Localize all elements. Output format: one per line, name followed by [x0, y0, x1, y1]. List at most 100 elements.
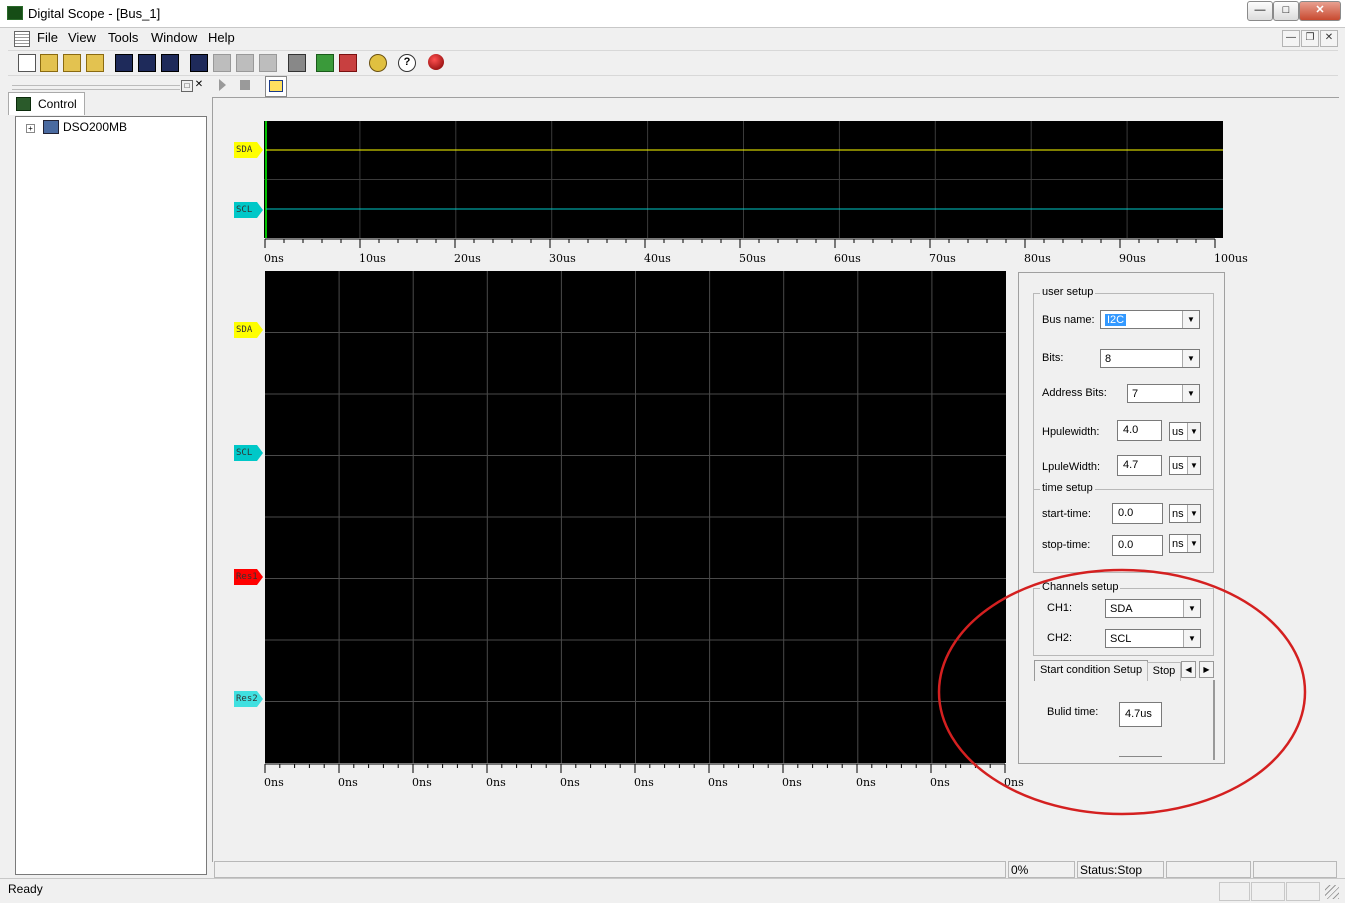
status-cell-2 — [1251, 882, 1285, 901]
hpulse-input[interactable]: 4.0 — [1117, 420, 1162, 441]
detail-tick-label: 0ns — [560, 776, 580, 789]
menu-file[interactable]: File — [37, 30, 58, 45]
inner-status-cell-3 — [1166, 861, 1251, 878]
detail-tag-sda[interactable]: SDA — [234, 322, 263, 338]
cut-icon[interactable] — [213, 54, 231, 72]
start-unit-select[interactable]: ns ▼ — [1169, 504, 1201, 523]
chevron-down-icon[interactable]: ▼ — [1182, 350, 1199, 367]
mdi-restore-button[interactable]: ❐ — [1301, 30, 1319, 47]
overview-tick-label: 0ns — [264, 252, 284, 265]
menu-view[interactable]: View — [68, 30, 96, 45]
detail-time-axis — [264, 763, 1006, 773]
start-time-input[interactable]: 0.0 — [1112, 503, 1163, 524]
detail-tick-label: 0ns — [412, 776, 432, 789]
copy-icon[interactable] — [236, 54, 254, 72]
status-cell-3 — [1286, 882, 1320, 901]
export-icon[interactable] — [190, 54, 208, 72]
connect-icon[interactable] — [316, 54, 334, 72]
bus-name-select[interactable]: I2C ▼ — [1100, 310, 1200, 329]
start-unit-value: ns — [1172, 508, 1184, 520]
mdi-close-button[interactable]: ✕ — [1320, 30, 1338, 47]
detail-tick-label: 0ns — [486, 776, 506, 789]
inner-status-cell-4 — [1253, 861, 1337, 878]
overview-time-axis — [264, 238, 1216, 248]
save-as-icon[interactable] — [138, 54, 156, 72]
disconnect-icon[interactable] — [339, 54, 357, 72]
stop-icon[interactable] — [240, 80, 250, 90]
device-tree: + DSO200MB — [15, 116, 207, 875]
tree-item-dso200mb[interactable]: DSO200MB — [63, 120, 127, 134]
chevron-down-icon[interactable]: ▼ — [1187, 457, 1200, 474]
stop-time-input[interactable]: 0.0 — [1112, 535, 1163, 556]
settings-gear-icon[interactable] — [369, 54, 387, 72]
overview-tick-label: 80us — [1024, 252, 1051, 265]
control-tab-icon — [16, 97, 31, 111]
record-stop-icon[interactable] — [428, 54, 444, 70]
open-folder-icon[interactable] — [40, 54, 58, 72]
chevron-down-icon[interactable]: ▼ — [1182, 311, 1199, 328]
status-cell-1 — [1219, 882, 1250, 901]
menu-window[interactable]: Window — [151, 30, 197, 45]
detail-tag-res1[interactable]: Res1 — [234, 569, 263, 585]
resize-grip-icon[interactable] — [1325, 885, 1339, 899]
mdi-minimize-button[interactable]: — — [1282, 30, 1300, 47]
stop-unit-value: ns — [1172, 538, 1184, 550]
overview-tick-label: 40us — [644, 252, 671, 265]
print-icon[interactable] — [288, 54, 306, 72]
open-recent-icon[interactable] — [63, 54, 81, 72]
tab-control[interactable]: Control — [8, 92, 85, 115]
detail-tick-label: 0ns — [634, 776, 654, 789]
overview-tag-scl[interactable]: SCL — [234, 202, 263, 218]
overview-tick-label: 20us — [454, 252, 481, 265]
paste-icon[interactable] — [259, 54, 277, 72]
overview-tick-label: 90us — [1119, 252, 1146, 265]
bus-name-label: Bus name: — [1042, 314, 1095, 326]
start-time-label: start-time: — [1042, 508, 1091, 520]
detail-tick-label: 0ns — [856, 776, 876, 789]
save-all-icon[interactable] — [161, 54, 179, 72]
menu-tools[interactable]: Tools — [108, 30, 138, 45]
panel-close-icon[interactable]: ✕ — [194, 80, 204, 90]
app-icon — [7, 6, 23, 20]
stop-unit-select[interactable]: ns ▼ — [1169, 534, 1201, 553]
lpulse-unit-select[interactable]: us ▼ — [1169, 456, 1201, 475]
chevron-down-icon[interactable]: ▼ — [1187, 535, 1200, 552]
minimize-button[interactable]: — — [1247, 1, 1273, 21]
close-button[interactable]: ✕ — [1299, 1, 1341, 21]
expand-icon[interactable]: + — [26, 124, 35, 133]
overview-tag-sda[interactable]: SDA — [234, 142, 263, 158]
lpulse-label: LpuleWidth: — [1042, 461, 1101, 473]
status-bar: Ready — [0, 878, 1345, 903]
detail-tag-scl[interactable]: SCL — [234, 445, 263, 461]
detail-tick-label: 0ns — [264, 776, 284, 789]
address-bits-select[interactable]: 7 ▼ — [1127, 384, 1200, 403]
hpulse-unit-value: us — [1172, 426, 1184, 438]
chevron-down-icon[interactable]: ▼ — [1187, 423, 1200, 440]
overview-tick-label: 30us — [549, 252, 576, 265]
new-file-icon[interactable] — [18, 54, 36, 72]
hpulse-unit-select[interactable]: us ▼ — [1169, 422, 1201, 441]
view-mode-button[interactable] — [265, 76, 287, 97]
annotation-ellipse — [937, 568, 1307, 816]
panel-grip[interactable] — [12, 85, 180, 90]
device-icon — [43, 120, 59, 134]
panel-float-icon[interactable]: □ — [181, 80, 193, 92]
status-text: Ready — [8, 882, 43, 896]
play-icon[interactable] — [219, 79, 226, 91]
hpulse-label: Hpulewidth: — [1042, 426, 1100, 438]
help-icon[interactable]: ? — [398, 54, 416, 72]
lpulse-unit-value: us — [1172, 460, 1184, 472]
lpulse-input[interactable]: 4.7 — [1117, 455, 1162, 476]
open-green-icon[interactable] — [86, 54, 104, 72]
detail-tag-res2[interactable]: Res2 — [234, 691, 263, 707]
mdi-document-icon[interactable] — [14, 31, 30, 47]
menu-help[interactable]: Help — [208, 30, 235, 45]
control-tab-label: Control — [38, 97, 77, 111]
maximize-button[interactable]: □ — [1273, 1, 1299, 21]
run-status: Status:Stop — [1077, 861, 1164, 878]
save-icon[interactable] — [115, 54, 133, 72]
address-bits-value: 7 — [1132, 388, 1139, 400]
bits-select[interactable]: 8 ▼ — [1100, 349, 1200, 368]
chevron-down-icon[interactable]: ▼ — [1182, 385, 1199, 402]
chevron-down-icon[interactable]: ▼ — [1187, 505, 1200, 522]
